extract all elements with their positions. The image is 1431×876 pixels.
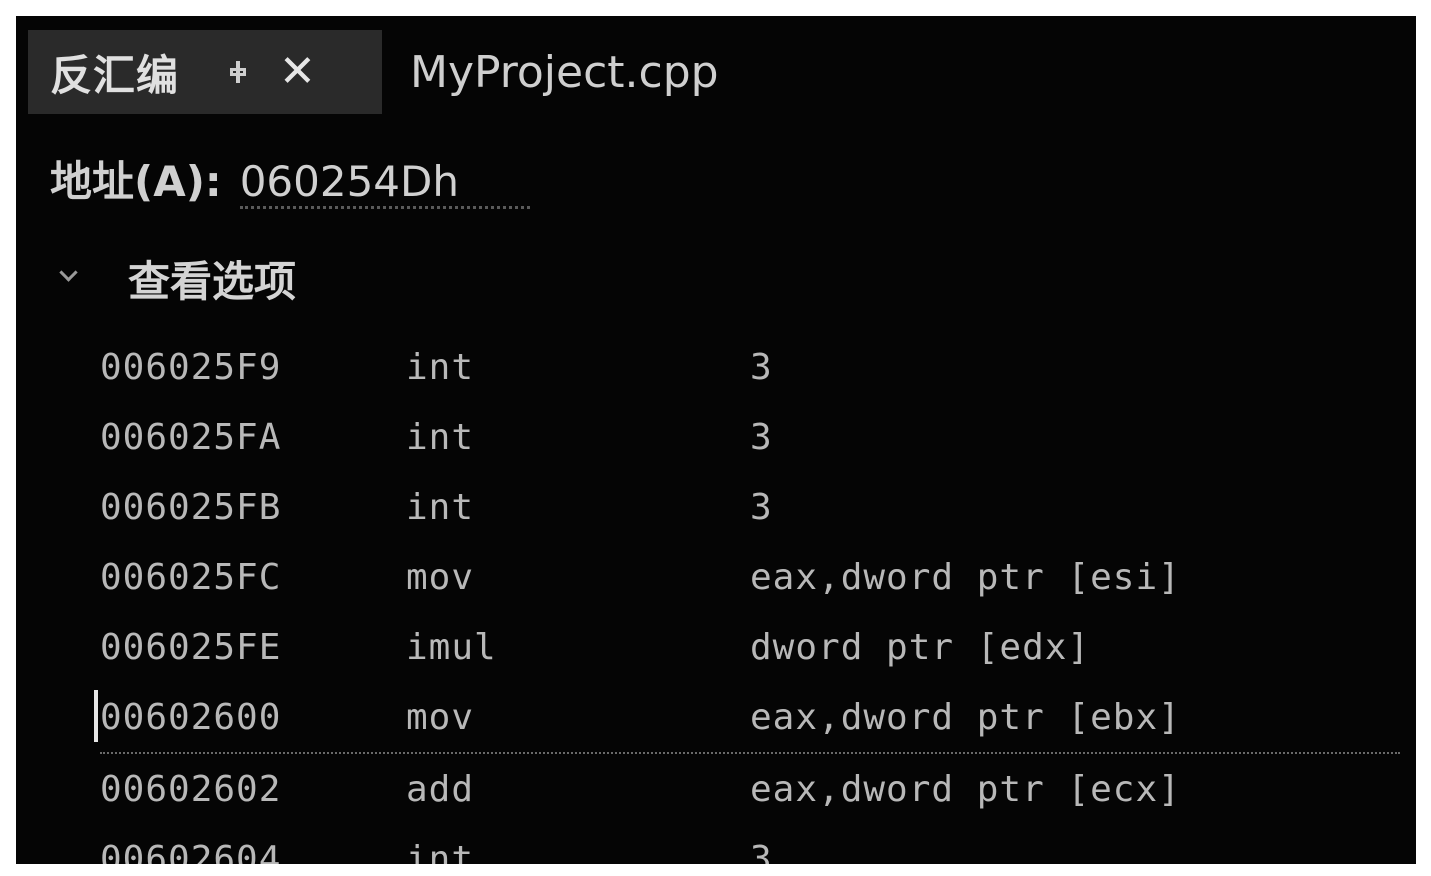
disassembly-list[interactable]: 006025F9 int 3 006025FA int 3 006025FB int 3 0060… [94,332,1400,865]
disasm-address: 006025FA [100,416,282,458]
disasm-row[interactable]: 006025FA int 3 [100,402,1400,472]
tab-strip: 反汇编 ✕ MyProject.cpp [16,16,1416,118]
disasm-operands: eax,dword ptr [ebx] [750,696,1181,738]
disasm-address: 00602602 [100,768,282,810]
disasm-address: 006025F9 [100,346,282,388]
disasm-opcode: int [406,486,475,528]
tab-disassembly[interactable]: 反汇编 ✕ [28,30,382,114]
disasm-address: 00602604 [100,838,282,865]
pin-icon[interactable] [227,61,249,83]
view-options-toggle[interactable]: 查看选项 [60,248,296,309]
disasm-row[interactable]: 006025F9 int 3 [100,332,1400,402]
disasm-row[interactable]: 006025FE imul dword ptr [edx] [100,612,1400,682]
disasm-row[interactable]: 006025FB int 3 [100,472,1400,542]
disasm-opcode: int [406,416,475,458]
disasm-address: 006025FC [100,556,282,598]
disasm-row[interactable]: 006025FC mov eax,dword ptr [esi] [100,542,1400,612]
tab-myproject-cpp-title: MyProject.cpp [410,46,719,98]
disasm-opcode: int [406,346,475,388]
tab-myproject-cpp[interactable]: MyProject.cpp [410,30,719,114]
disasm-operands: 3 [750,486,773,528]
disasm-operands: eax,dword ptr [ecx] [750,768,1181,810]
disasm-opcode: imul [406,626,497,668]
chevron-down-icon[interactable] [60,266,78,284]
disasm-address: 006025FE [100,626,282,668]
disasm-opcode: add [406,768,475,810]
disasm-operands: 3 [750,838,773,865]
disasm-address: 00602600 [100,696,282,738]
disasm-opcode: int [406,838,475,865]
disasm-row[interactable]: 00602604 int 3 [100,824,1400,865]
disasm-operands: eax,dword ptr [esi] [750,556,1181,598]
disassembly-window: 反汇编 ✕ MyProject.cpp 地址(A): 查看选项 006025F9… [16,16,1416,864]
disasm-operands: 3 [750,346,773,388]
disasm-operands: dword ptr [edx] [750,626,1091,668]
view-options-label: 查看选项 [128,257,297,306]
disasm-operands: 3 [750,416,773,458]
disasm-row[interactable]: 00602600 mov eax,dword ptr [ebx] [94,682,1400,754]
close-icon[interactable]: ✕ [279,50,316,94]
tab-disassembly-title: 反汇编 [50,50,180,100]
disasm-opcode: mov [406,556,475,598]
address-label: 地址(A): [50,157,222,206]
disasm-row[interactable]: 00602602 add eax,dword ptr [ecx] [100,754,1400,824]
address-bar: 地址(A): [50,148,530,209]
disasm-address: 006025FB [100,486,282,528]
address-input[interactable] [239,157,530,209]
disasm-opcode: mov [406,696,475,738]
